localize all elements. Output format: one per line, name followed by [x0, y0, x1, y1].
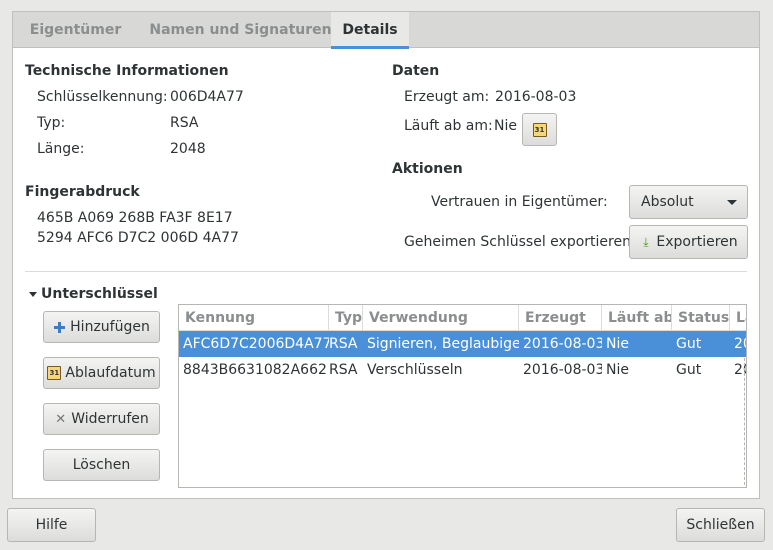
technical-heading: Technische Informationen: [25, 63, 229, 79]
tab-details[interactable]: Details: [331, 12, 409, 49]
length-label: Länge:: [37, 141, 85, 157]
column-header-usage[interactable]: Verwendung: [363, 305, 519, 331]
close-button-label: Schließen: [686, 517, 755, 533]
cell-expires: Nie: [606, 362, 629, 378]
created-label: Erzeugt am:: [404, 89, 490, 105]
help-button[interactable]: Hilfe: [7, 508, 96, 542]
actions-heading: Aktionen: [392, 161, 463, 177]
subkeys-heading: Unterschlüssel: [41, 286, 158, 302]
trust-combobox-value: Absolut: [641, 194, 694, 210]
fingerprint-line-2: 5294 AFC6 D7C2 006D 4A77: [37, 230, 239, 246]
trust-combobox[interactable]: Absolut: [629, 185, 748, 219]
expiry-calendar-button[interactable]: 31: [522, 113, 557, 146]
cell-id: 8843B6631082A662: [183, 362, 327, 378]
subkeys-expander[interactable]: Unterschlüssel: [29, 286, 158, 302]
tab-owner[interactable]: Eigentümer: [23, 12, 128, 48]
length-value: 2048: [170, 141, 206, 157]
created-value: 2016-08-03: [495, 89, 577, 105]
expires-value: Nie: [494, 118, 517, 134]
expander-arrow-icon: [29, 291, 37, 297]
download-icon: ⤓: [643, 234, 649, 249]
cell-status: Gut: [676, 362, 702, 378]
revoke-subkey-label: Widerrufen: [71, 411, 149, 427]
cell-usage: Verschlüsseln: [367, 362, 463, 378]
column-header-expires[interactable]: Läuft ab: [602, 305, 672, 331]
export-button[interactable]: ⤓ Exportieren: [629, 225, 748, 259]
cell-created: 2016-08-03: [523, 336, 602, 352]
close-button[interactable]: Schließen: [676, 508, 765, 542]
details-notebook: Eigentümer Namen und Signaturen Details …: [12, 11, 760, 499]
expires-label: Läuft ab am:: [404, 118, 493, 134]
cell-expires: Nie: [606, 336, 629, 352]
export-label: Geheimen Schlüssel exportieren:: [404, 234, 636, 250]
chevron-down-icon: [727, 200, 737, 205]
cell-type: RSA: [329, 336, 358, 352]
revoke-icon: ✕: [55, 411, 67, 427]
add-icon: [53, 321, 66, 334]
tab-bar: Eigentümer Namen und Signaturen Details: [13, 12, 759, 49]
add-subkey-button[interactable]: Hinzufügen: [43, 311, 160, 343]
cell-usage: Signieren, Beglaubigen: [367, 336, 519, 352]
subkey-expiry-label: Ablaufdatum: [65, 365, 156, 381]
fingerprint-line-1: 465B A069 268B FA3F 8E17: [37, 210, 233, 226]
subkeys-table[interactable]: Kennung Typ Verwendung Erzeugt Läuft ab …: [178, 304, 747, 488]
table-row[interactable]: 8843B6631082A662 RSA Verschlüsseln 2016-…: [179, 357, 746, 383]
cell-type: RSA: [329, 362, 358, 378]
fingerprint-heading: Fingerabdruck: [25, 184, 140, 200]
calendar-icon: 31: [47, 366, 62, 380]
scrollbar[interactable]: [744, 358, 745, 485]
dates-heading: Daten: [392, 63, 440, 79]
table-row[interactable]: AFC6D7C2006D4A77 RSA Signieren, Beglaubi…: [179, 331, 746, 357]
column-header-status[interactable]: Status: [672, 305, 730, 331]
section-separator: [25, 271, 747, 272]
delete-subkey-button[interactable]: Löschen: [43, 449, 160, 481]
type-value: RSA: [170, 115, 199, 131]
subkey-expiry-button[interactable]: 31 Ablaufdatum: [43, 357, 160, 389]
key-id-label: Schlüsselkennung:: [37, 89, 168, 105]
cell-id: AFC6D7C2006D4A77: [183, 336, 329, 352]
revoke-subkey-button[interactable]: ✕ Widerrufen: [43, 403, 160, 435]
key-id-value: 006D4A77: [170, 89, 244, 105]
column-header-type[interactable]: Typ: [329, 305, 363, 331]
cell-length: 2048: [734, 336, 746, 352]
export-button-label: Exportieren: [656, 234, 738, 250]
tab-names-signatures[interactable]: Namen und Signaturen: [138, 12, 343, 48]
cell-status: Gut: [676, 336, 702, 352]
table-header: Kennung Typ Verwendung Erzeugt Läuft ab …: [179, 305, 746, 331]
delete-subkey-label: Löschen: [72, 457, 131, 473]
column-header-id[interactable]: Kennung: [179, 305, 329, 331]
help-button-label: Hilfe: [35, 517, 68, 533]
column-header-created[interactable]: Erzeugt: [519, 305, 602, 331]
add-subkey-label: Hinzufügen: [70, 319, 150, 335]
trust-label: Vertrauen in Eigentümer:: [431, 194, 608, 210]
column-header-length[interactable]: Länge: [730, 305, 746, 331]
calendar-icon: 31: [532, 122, 547, 137]
type-label: Typ:: [37, 115, 66, 131]
cell-created: 2016-08-03: [523, 362, 602, 378]
